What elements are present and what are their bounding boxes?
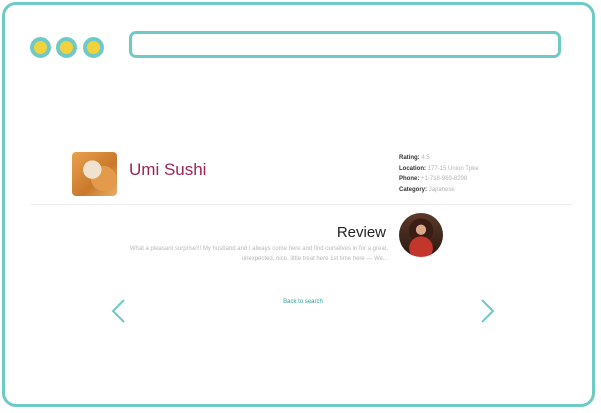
back-to-search-link[interactable]: Back to search: [262, 299, 344, 305]
reviewer-avatar: [399, 213, 443, 257]
chevron-left-icon[interactable]: [109, 298, 129, 324]
location-label: Location:: [399, 165, 426, 172]
rating-value: 4.5: [421, 155, 430, 161]
chevron-right-icon[interactable]: [477, 298, 497, 324]
address-bar[interactable]: [129, 31, 561, 58]
review-heading: Review: [336, 224, 386, 241]
rating-label: Rating:: [399, 155, 420, 161]
window-dot-green[interactable]: [83, 37, 104, 58]
phone-label: Phone:: [399, 176, 420, 182]
category-row: Category: Japanese: [399, 185, 479, 196]
window-dot-yellow[interactable]: [56, 37, 77, 58]
review-text: What a pleasant surprise!!! My husband a…: [66, 244, 388, 264]
restaurant-name: Umi Sushi: [129, 160, 207, 179]
rating-row: Rating: 4.5: [399, 153, 479, 164]
category-value: Japanese: [428, 186, 455, 193]
phone-row: Phone: +1-718-969-8298: [399, 174, 479, 185]
location-row: Location: 177-15 Union Tpke: [399, 164, 479, 175]
restaurant-details: Rating: 4.5 Location: 177-15 Union Tpke …: [399, 153, 479, 195]
restaurant-photo: [72, 152, 117, 196]
section-divider: [30, 204, 572, 205]
phone-value: +1-718-969-8298: [421, 176, 468, 182]
review-line-1: What a pleasant surprise!!! My husband a…: [129, 246, 388, 252]
review-line-2: unexpected, nice, little treat here 1st …: [241, 256, 388, 262]
window-dot-red[interactable]: [30, 37, 51, 58]
category-label: Category:: [399, 186, 428, 193]
location-value: 177-15 Union Tpke: [427, 165, 479, 172]
